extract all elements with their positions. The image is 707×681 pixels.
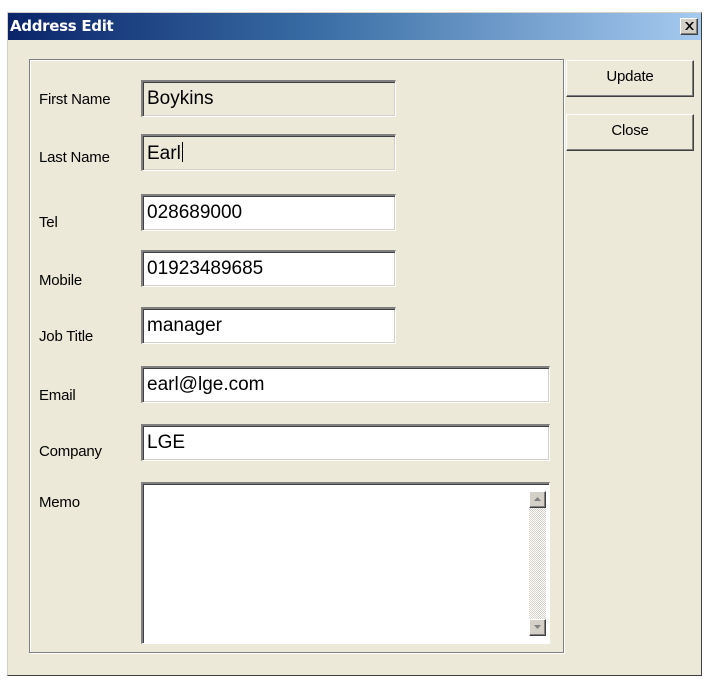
arrow-down-icon <box>534 625 541 629</box>
memo-label: Memo <box>39 494 80 511</box>
scroll-down-button[interactable] <box>529 619 546 636</box>
title-bar[interactable]: Address Edit <box>8 13 701 40</box>
tel-field[interactable]: 028689000 <box>141 194 396 231</box>
first-name-value: Boykins <box>147 88 214 109</box>
scroll-up-button[interactable] <box>529 491 546 508</box>
memo-scrollbar[interactable] <box>529 491 546 636</box>
close-button[interactable]: Close <box>566 114 694 151</box>
email-field[interactable]: earl@lge.com <box>141 366 550 403</box>
company-value: LGE <box>147 432 186 453</box>
window-title: Address Edit <box>10 17 114 35</box>
last-name-field[interactable]: Earl <box>141 134 396 171</box>
text-caret <box>181 142 183 162</box>
last-name-value: Earl <box>147 143 181 164</box>
mobile-field[interactable]: 01923489685 <box>141 250 396 287</box>
memo-textarea[interactable] <box>141 482 550 644</box>
last-name-label: Last Name <box>39 149 110 166</box>
first-name-field[interactable]: Boykins <box>141 80 396 117</box>
update-button[interactable]: Update <box>566 60 694 97</box>
company-label: Company <box>39 443 102 460</box>
job-title-value: manager <box>147 315 222 336</box>
first-name-label: First Name <box>39 91 111 108</box>
job-title-label: Job Title <box>39 328 94 345</box>
address-edit-dialog: Address Edit First Name Boykins Last Nam… <box>7 12 702 676</box>
arrow-up-icon <box>534 497 541 501</box>
email-label: Email <box>39 387 76 404</box>
close-x-icon <box>685 22 694 30</box>
job-title-field[interactable]: manager <box>141 307 396 344</box>
mobile-value: 01923489685 <box>147 258 264 279</box>
tel-value: 028689000 <box>147 202 243 223</box>
close-window-button[interactable] <box>680 18 698 35</box>
email-value: earl@lge.com <box>147 374 265 395</box>
tel-label: Tel <box>39 214 58 231</box>
company-field[interactable]: LGE <box>141 424 550 461</box>
mobile-label: Mobile <box>39 272 82 289</box>
